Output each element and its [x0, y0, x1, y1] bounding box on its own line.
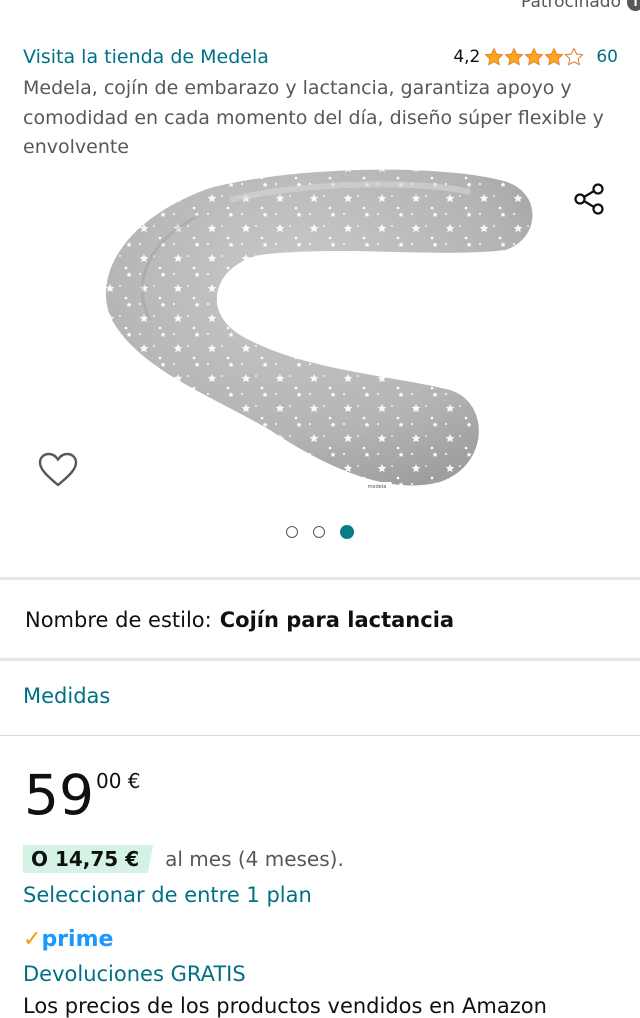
installment-text: al mes (4 meses).: [165, 847, 344, 871]
sponsored-label[interactable]: Patrocinado i: [521, 0, 640, 13]
heart-icon[interactable]: [38, 452, 78, 488]
carousel-dot-active[interactable]: [340, 525, 354, 539]
carousel-indicator: [0, 525, 640, 539]
divider: [0, 577, 640, 580]
price-fraction: 00 €: [96, 769, 141, 793]
info-icon[interactable]: i: [627, 0, 640, 11]
style-selector[interactable]: Nombre de estilo: Cojín para lactancia: [25, 608, 454, 632]
star-rating: [484, 47, 585, 67]
divider: [0, 658, 640, 661]
prime-check-icon: ✓: [23, 927, 42, 952]
price-whole: 59: [24, 763, 94, 827]
installment-badge: O 14,75 €: [23, 845, 154, 873]
rating-value: 4,2: [453, 47, 481, 67]
measures-link[interactable]: Medidas: [23, 684, 110, 708]
store-link[interactable]: Visita la tienda de Medela: [23, 46, 269, 68]
price: 59 00 €: [24, 760, 141, 830]
free-returns-link[interactable]: Devoluciones GRATIS: [23, 962, 246, 986]
carousel-dot[interactable]: [286, 526, 298, 538]
prime-label: prime: [41, 927, 114, 952]
installment-offer: O 14,75 € al mes (4 meses).: [23, 845, 344, 873]
price-disclaimer: Los precios de los productos vendidos en…: [23, 994, 547, 1018]
product-title: Medela, cojín de embarazo y lactancia, g…: [23, 77, 604, 158]
product-image[interactable]: medela: [0, 160, 640, 505]
product-header: Visita la tienda de Medela 4,2 60: [23, 43, 618, 71]
share-icon[interactable]: [572, 181, 608, 217]
divider: [0, 735, 640, 736]
sponsored-text: Patrocinado: [520, 0, 621, 12]
rating[interactable]: 4,2 60: [453, 47, 618, 67]
stars-icon: [484, 47, 585, 66]
style-label: Nombre de estilo:: [25, 608, 212, 632]
carousel-dot[interactable]: [313, 526, 325, 538]
medela-logo: medela: [368, 484, 387, 490]
prime-badge: ✓ prime: [23, 927, 113, 952]
select-plan-link[interactable]: Seleccionar de entre 1 plan: [23, 883, 312, 907]
rating-count[interactable]: 60: [596, 47, 618, 67]
style-value: Cojín para lactancia: [219, 608, 455, 632]
